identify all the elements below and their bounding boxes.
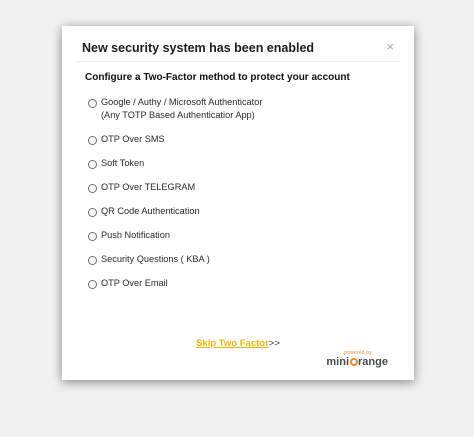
radio-button[interactable] (88, 160, 97, 169)
radio-button[interactable] (88, 184, 97, 193)
radio-button[interactable] (88, 232, 97, 241)
option-label: Push Notification (101, 230, 170, 240)
option-otp-telegram[interactable]: OTP Over TELEGRAM (88, 182, 398, 194)
option-label: Security Questions ( KBA ) (101, 254, 210, 264)
brand-logo: mini range (326, 356, 388, 368)
skip-arrows: >> (268, 338, 280, 349)
method-options-list: Google / Authy / Microsoft Authenticator… (88, 97, 398, 303)
divider (76, 61, 400, 62)
radio-button[interactable] (88, 208, 97, 217)
option-google-authenticator[interactable]: Google / Authy / Microsoft Authenticator… (88, 97, 398, 122)
brand-prefix: mini (326, 356, 350, 368)
skip-row: Skip Two Factor>> (62, 338, 414, 349)
radio-button[interactable] (88, 280, 97, 289)
option-label: OTP Over TELEGRAM (101, 182, 196, 192)
skip-two-factor-link[interactable]: Skip Two Factor (196, 338, 269, 349)
powered-by-logo: powered by mini range (326, 350, 388, 368)
option-label: QR Code Authentication (101, 206, 200, 216)
radio-button[interactable] (88, 99, 97, 108)
option-label: OTP Over SMS (101, 134, 165, 144)
option-label: Google / Authy / Microsoft Authenticator (101, 97, 263, 107)
modal-title: New security system has been enabled (82, 41, 315, 55)
option-security-questions[interactable]: Security Questions ( KBA ) (88, 254, 398, 266)
option-push-notification[interactable]: Push Notification (88, 230, 398, 242)
modal-subtitle: Configure a Two-Factor method to protect… (85, 72, 350, 83)
radio-button[interactable] (88, 136, 97, 145)
option-otp-sms[interactable]: OTP Over SMS (88, 134, 398, 146)
option-label: OTP Over Email (101, 278, 168, 288)
brand-o-icon (349, 358, 358, 366)
option-sublabel: (Any TOTP Based Authenticatior App) (101, 110, 255, 120)
two-factor-modal: New security system has been enabled × C… (62, 26, 414, 380)
close-icon[interactable]: × (386, 40, 394, 53)
option-label: Soft Token (101, 158, 145, 168)
option-otp-email[interactable]: OTP Over Email (88, 278, 398, 290)
brand-suffix: range (358, 356, 388, 368)
option-qr-code[interactable]: QR Code Authentication (88, 206, 398, 218)
option-soft-token[interactable]: Soft Token (88, 158, 398, 170)
radio-button[interactable] (88, 256, 97, 265)
